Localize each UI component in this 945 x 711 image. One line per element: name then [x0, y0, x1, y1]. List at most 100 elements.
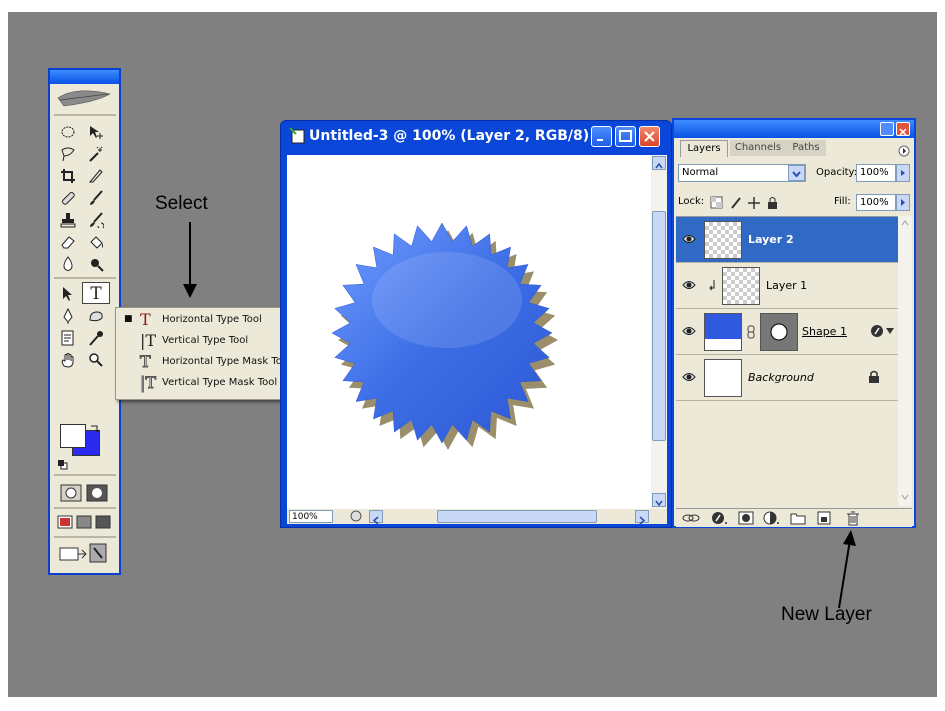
- lock-icon: [869, 370, 879, 383]
- layer-name[interactable]: Shape 1: [802, 325, 847, 338]
- fill-color-thumbnail[interactable]: [704, 313, 742, 351]
- chevron-up-icon[interactable]: [899, 218, 911, 228]
- flyout-item-label: Vertical Type Mask Tool: [162, 377, 278, 388]
- panel-menu-icon[interactable]: [898, 145, 910, 157]
- layer-name[interactable]: Layer 2: [748, 233, 794, 246]
- visibility-eye-icon[interactable]: [682, 325, 696, 337]
- delete-layer-trash-icon[interactable]: [846, 510, 860, 526]
- vector-mask-thumbnail[interactable]: [760, 313, 798, 351]
- type-icon[interactable]: T: [82, 282, 110, 304]
- document-window: Untitled-3 @ 100% (Layer 2, RGB/8) 100%: [280, 120, 672, 528]
- vertical-type-mask-icon: |T: [140, 373, 157, 393]
- custom-shape-icon[interactable]: [82, 304, 110, 326]
- tab-layers[interactable]: Layers: [680, 140, 728, 157]
- tab-channels[interactable]: Channels: [730, 140, 786, 156]
- layer-name[interactable]: Background: [748, 371, 814, 384]
- foreground-color-swatch[interactable]: [60, 424, 86, 448]
- vertical-scrollbar[interactable]: [651, 155, 667, 509]
- document-canvas[interactable]: [287, 155, 651, 509]
- horizontal-type-mask-icon: T: [140, 352, 152, 372]
- feather-logo-icon[interactable]: [56, 88, 114, 110]
- layer-effects-icon[interactable]: [870, 324, 884, 338]
- default-colors-icon[interactable]: [58, 460, 68, 470]
- fill-slider-button[interactable]: [896, 194, 910, 211]
- burn-icon[interactable]: [82, 252, 110, 274]
- eyedropper-icon[interactable]: [82, 326, 110, 348]
- scroll-down-button[interactable]: [652, 493, 666, 507]
- select-annotation-arrow: [183, 222, 197, 298]
- close-icon: [644, 131, 655, 142]
- magic-wand-icon[interactable]: [82, 142, 110, 164]
- path-selection-icon[interactable]: [54, 282, 82, 304]
- eraser-icon[interactable]: [54, 230, 82, 252]
- minimize-icon: [597, 139, 603, 141]
- new-layer-annotation-arrow: [838, 530, 856, 609]
- visibility-eye-icon[interactable]: [682, 279, 696, 291]
- crop-icon[interactable]: [54, 164, 82, 186]
- vertical-scroll-thumb[interactable]: [652, 211, 666, 441]
- scroll-left-button[interactable]: [369, 510, 383, 525]
- tab-paths[interactable]: Paths: [786, 140, 826, 156]
- slice-icon[interactable]: [82, 164, 110, 186]
- visibility-eye-icon[interactable]: [682, 233, 696, 245]
- history-brush-icon[interactable]: [82, 208, 110, 230]
- blend-mode-select[interactable]: Normal: [678, 164, 806, 182]
- toolbox-titlebar[interactable]: [50, 70, 119, 84]
- add-layer-style-icon[interactable]: [710, 510, 728, 526]
- notes-icon[interactable]: [54, 326, 82, 348]
- opacity-field[interactable]: 100%: [856, 164, 896, 182]
- maximize-button[interactable]: [615, 126, 636, 147]
- screen-mode-icons[interactable]: [56, 514, 112, 530]
- starburst-shape[interactable]: [287, 155, 651, 509]
- close-button[interactable]: [639, 126, 660, 147]
- visibility-eye-icon[interactable]: [682, 371, 696, 383]
- blend-mode-dropdown-button[interactable]: [788, 165, 805, 181]
- swap-colors-icon[interactable]: [90, 424, 100, 434]
- chevron-right-icon: [901, 170, 905, 176]
- zoom-level-field[interactable]: 100%: [289, 510, 333, 523]
- new-group-folder-icon[interactable]: [790, 511, 806, 525]
- paint-bucket-icon[interactable]: [82, 230, 110, 252]
- panel-close-button[interactable]: [896, 122, 910, 136]
- marquee-ellipse-icon[interactable]: [54, 120, 82, 142]
- chevron-down-icon[interactable]: [899, 492, 911, 502]
- layers-scrollbar[interactable]: [898, 216, 912, 506]
- hand-icon[interactable]: [54, 348, 82, 370]
- toolbox-separator: [54, 474, 116, 476]
- panel-minimize-button[interactable]: [880, 122, 894, 136]
- horizontal-scroll-thumb[interactable]: [437, 510, 597, 523]
- layer-row-shape-1[interactable]: Shape 1: [676, 309, 898, 355]
- layer-row-background[interactable]: Background: [676, 355, 898, 401]
- opacity-slider-button[interactable]: [896, 164, 910, 182]
- layer-row-layer-1[interactable]: Layer 1: [676, 263, 898, 309]
- link-layers-icon[interactable]: [682, 511, 700, 525]
- link-chain-icon[interactable]: [746, 325, 756, 339]
- new-layer-icon[interactable]: [816, 510, 832, 526]
- lasso-icon[interactable]: [54, 142, 82, 164]
- status-info-icon[interactable]: [349, 510, 363, 523]
- scroll-up-button[interactable]: [652, 156, 666, 170]
- layer-name[interactable]: Layer 1: [766, 279, 807, 292]
- standard-mode-icon[interactable]: [60, 484, 82, 502]
- layer-row-layer-2[interactable]: Layer 2: [676, 217, 898, 263]
- clone-stamp-icon[interactable]: [54, 208, 82, 230]
- layers-bottom-toolbar: [676, 508, 912, 527]
- minimize-button[interactable]: [591, 126, 612, 147]
- blur-icon[interactable]: [54, 252, 82, 274]
- quick-mask-mode-icon[interactable]: [86, 484, 108, 502]
- fill-field[interactable]: 100%: [856, 194, 896, 211]
- lock-icons-group[interactable]: [710, 196, 790, 210]
- brush-icon[interactable]: [82, 186, 110, 208]
- expand-effects-icon[interactable]: [886, 327, 894, 335]
- add-mask-icon[interactable]: [738, 510, 754, 526]
- layers-panel-titlebar[interactable]: [674, 120, 914, 138]
- healing-brush-icon[interactable]: [54, 186, 82, 208]
- zoom-icon[interactable]: [82, 348, 110, 370]
- document-title: Untitled-3 @ 100% (Layer 2, RGB/8): [309, 128, 590, 144]
- scroll-right-button[interactable]: [635, 510, 649, 525]
- layer-thumbnail: [704, 221, 742, 259]
- jump-to-imageready-icon[interactable]: [58, 542, 110, 564]
- move-icon[interactable]: [82, 120, 110, 142]
- pen-icon[interactable]: [54, 304, 82, 326]
- new-adjustment-layer-icon[interactable]: [762, 510, 780, 526]
